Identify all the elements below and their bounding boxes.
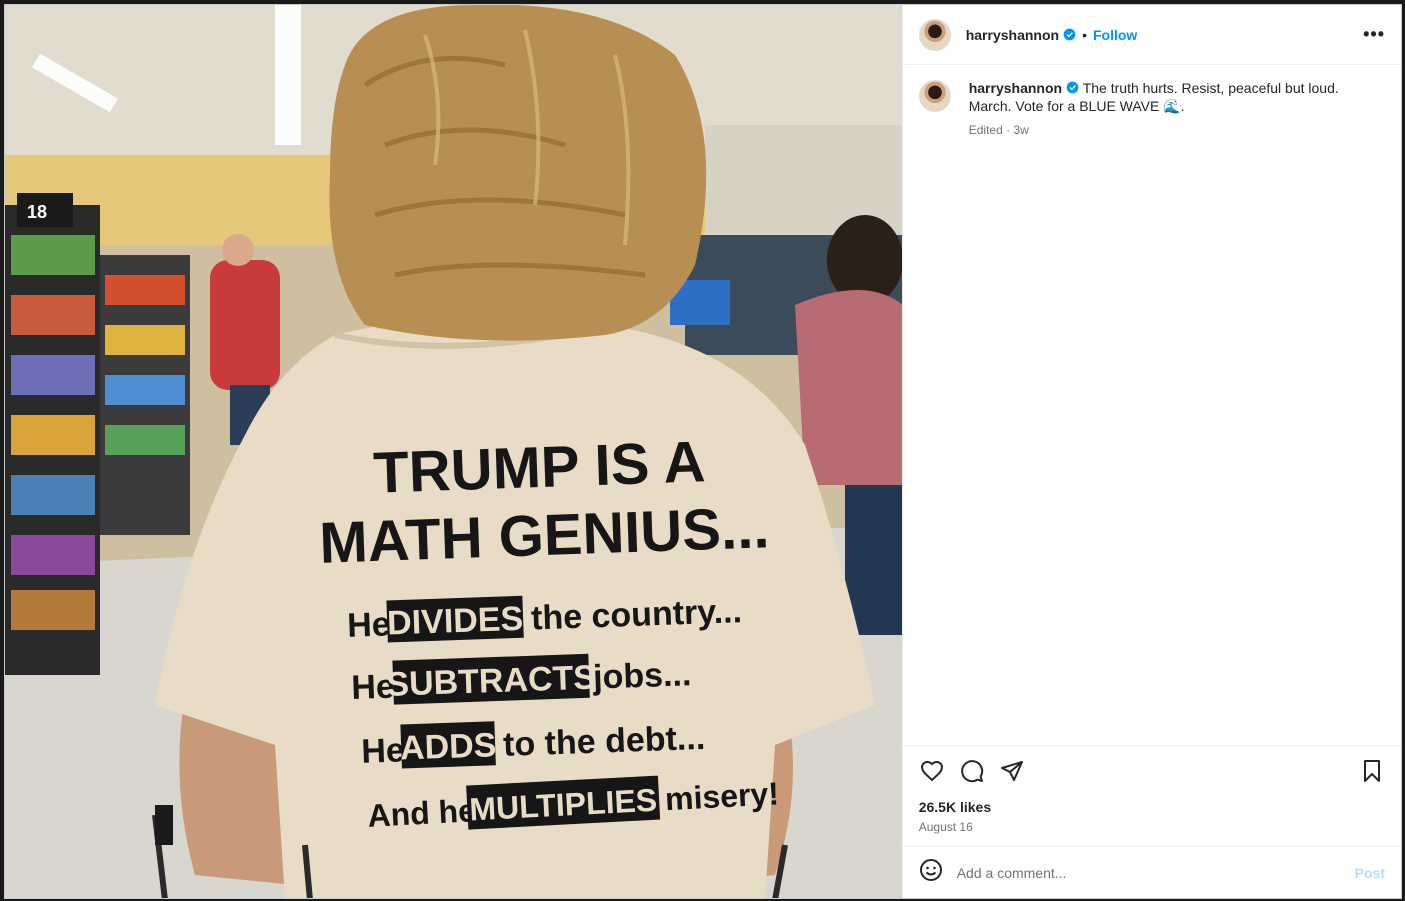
- comment-bar: Post: [902, 846, 1401, 898]
- avatar[interactable]: [918, 18, 951, 51]
- svg-text:And he: And he: [367, 792, 477, 834]
- header-username[interactable]: harryshannon: [966, 27, 1059, 43]
- post-button[interactable]: Post: [1355, 865, 1385, 881]
- separator-dot: •: [1082, 26, 1087, 43]
- caption: harryshannon The truth hurts. Resist, pe…: [903, 65, 1401, 745]
- caption-body: harryshannon The truth hurts. Resist, pe…: [969, 79, 1359, 745]
- svg-text:DIVIDES: DIVIDES: [387, 600, 524, 643]
- emoji-icon[interactable]: [919, 858, 943, 887]
- caption-avatar[interactable]: [918, 80, 951, 112]
- shirt-line-1: TRUMP IS A: [372, 429, 706, 506]
- more-options-icon[interactable]: •••: [1363, 24, 1385, 45]
- heart-icon[interactable]: [919, 758, 945, 784]
- verified-badge-icon: [1063, 28, 1076, 41]
- svg-text:misery!: misery!: [664, 775, 780, 817]
- caption-username[interactable]: harryshannon: [969, 80, 1062, 96]
- svg-text:ADDS: ADDS: [399, 726, 497, 767]
- post-date: August 16: [918, 820, 973, 834]
- edited-timestamp: Edited · 3w: [968, 123, 1029, 137]
- post-sidebar: harryshannon • Follow ••• harryshannon T…: [901, 5, 1401, 898]
- post-image: 18 TRUMP IS A MATH GENIUS... He DIVIDES …: [5, 5, 902, 898]
- verified-badge-icon: [1066, 81, 1079, 94]
- svg-text:He: He: [347, 605, 392, 644]
- store-photo: 18 TRUMP IS A MATH GENIUS... He DIVIDES …: [5, 5, 902, 898]
- follow-button[interactable]: Follow: [1093, 27, 1137, 43]
- post-modal: 18 TRUMP IS A MATH GENIUS... He DIVIDES …: [4, 4, 1402, 899]
- svg-text:SUBTRACTS: SUBTRACTS: [386, 659, 597, 704]
- svg-text:to the debt...: to the debt...: [502, 719, 705, 764]
- share-icon[interactable]: [999, 758, 1025, 784]
- post-header: harryshannon • Follow •••: [902, 5, 1401, 65]
- svg-text:jobs...: jobs...: [591, 655, 692, 696]
- bookmark-icon[interactable]: [1359, 758, 1385, 784]
- likes-count[interactable]: 26.5K likes: [903, 795, 1401, 815]
- aisle-sign: 18: [27, 202, 47, 222]
- comment-input[interactable]: [956, 864, 1307, 881]
- svg-text:the country...: the country...: [530, 592, 742, 637]
- action-bar: [902, 745, 1401, 795]
- comment-icon[interactable]: [959, 758, 985, 784]
